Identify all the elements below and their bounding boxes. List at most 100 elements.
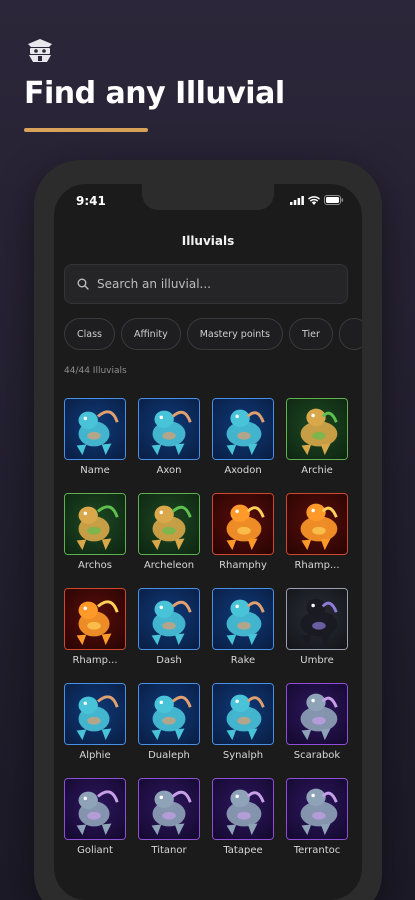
- screen-title: Illuvials: [181, 234, 235, 248]
- illuvial-card[interactable]: Archos: [64, 493, 126, 588]
- illuvial-thumbnail: [212, 398, 274, 460]
- illuvial-name: Axon: [156, 465, 182, 476]
- phone-frame: 9:41 Illuvials Search an illuvial... Cla…: [34, 160, 382, 900]
- creature-icon: [213, 399, 273, 459]
- creature-icon: [65, 589, 125, 649]
- creature-icon: [213, 779, 273, 839]
- illuvium-logo-icon: [28, 39, 52, 62]
- creature-icon: [65, 684, 125, 744]
- illuvial-thumbnail: [138, 493, 200, 555]
- creature-icon: [287, 399, 347, 459]
- filter-chip-class[interactable]: Class: [64, 318, 115, 350]
- illuvial-card[interactable]: Umbre: [286, 588, 348, 683]
- illuvial-name: Archos: [78, 560, 112, 571]
- illuvial-thumbnail: [64, 398, 126, 460]
- creature-icon: [287, 494, 347, 554]
- creature-icon: [213, 494, 273, 554]
- illuvial-card[interactable]: Tatapee: [212, 778, 274, 873]
- filter-chip-affinity[interactable]: Affinity: [121, 318, 181, 350]
- phone-notch: [142, 184, 274, 210]
- illuvial-thumbnail: [64, 588, 126, 650]
- creature-icon: [287, 684, 347, 744]
- creature-icon: [139, 779, 199, 839]
- battery-icon: [324, 195, 344, 205]
- creature-icon: [139, 589, 199, 649]
- filter-chip-more[interactable]: [338, 318, 362, 350]
- illuvial-name: Rhamp...: [294, 560, 340, 571]
- illuvial-card[interactable]: Alphie: [64, 683, 126, 778]
- illuvial-name: Alphie: [79, 750, 111, 761]
- illuvial-grid: Name Axon Axodon Archie Archos Archeleon Rhamp…: [64, 398, 354, 873]
- illuvial-thumbnail: [212, 588, 274, 650]
- illuvial-thumbnail: [138, 778, 200, 840]
- creature-icon: [287, 589, 347, 649]
- illuvial-thumbnail: [64, 683, 126, 745]
- illuvial-name: Dualeph: [148, 750, 190, 761]
- illuvial-name: Axodon: [224, 465, 262, 476]
- creature-icon: [65, 779, 125, 839]
- illuvial-thumbnail: [64, 778, 126, 840]
- illuvial-thumbnail: [64, 493, 126, 555]
- illuvial-thumbnail: [286, 683, 348, 745]
- creature-icon: [139, 494, 199, 554]
- creature-icon: [287, 779, 347, 839]
- filter-chip-tier[interactable]: Tier: [288, 318, 333, 350]
- illuvial-card[interactable]: Archie: [286, 398, 348, 493]
- illuvial-thumbnail: [286, 493, 348, 555]
- illuvial-thumbnail: [212, 683, 274, 745]
- illuvial-name: Dash: [156, 655, 182, 666]
- status-icons: [290, 195, 344, 205]
- illuvial-card[interactable]: Dash: [138, 588, 200, 683]
- filter-chips: Class Affinity Mastery points Tier: [64, 318, 362, 350]
- illuvial-name: Rhamp...: [72, 655, 118, 666]
- filter-chip-mastery-points[interactable]: Mastery points: [186, 318, 283, 350]
- illuvial-card[interactable]: Rake: [212, 588, 274, 683]
- illuvial-name: Terrantoc: [293, 845, 341, 856]
- illuvial-name: Rhamphy: [219, 560, 267, 571]
- creature-icon: [213, 684, 273, 744]
- illuvial-thumbnail: [138, 398, 200, 460]
- illuvial-thumbnail: [286, 588, 348, 650]
- wifi-icon: [308, 195, 320, 205]
- illuvial-name: Synalph: [222, 750, 264, 761]
- illuvial-card[interactable]: Scarabok: [286, 683, 348, 778]
- illuvial-card[interactable]: Archeleon: [138, 493, 200, 588]
- creature-icon: [65, 399, 125, 459]
- illuvial-thumbnail: [138, 683, 200, 745]
- illuvial-card[interactable]: Synalph: [212, 683, 274, 778]
- illuvial-thumbnail: [286, 778, 348, 840]
- illuvial-name: Archeleon: [143, 560, 195, 571]
- illuvial-card[interactable]: Axodon: [212, 398, 274, 493]
- search-placeholder: Search an illuvial...: [97, 277, 211, 291]
- creature-icon: [65, 494, 125, 554]
- illuvial-name: Name: [80, 465, 110, 476]
- signal-icon: [290, 195, 304, 205]
- illuvial-thumbnail: [212, 493, 274, 555]
- illuvial-name: Scarabok: [293, 750, 341, 761]
- illuvial-thumbnail: [286, 398, 348, 460]
- illuvial-card[interactable]: Dualeph: [138, 683, 200, 778]
- illuvial-thumbnail: [212, 778, 274, 840]
- illuvial-card[interactable]: Titanor: [138, 778, 200, 873]
- illuvial-card[interactable]: Axon: [138, 398, 200, 493]
- illuvial-card[interactable]: Rhamp...: [64, 588, 126, 683]
- illuvial-card[interactable]: Name: [64, 398, 126, 493]
- creature-icon: [139, 399, 199, 459]
- creature-icon: [139, 684, 199, 744]
- illuvial-card[interactable]: Rhamphy: [212, 493, 274, 588]
- illuvial-name: Rake: [230, 655, 256, 666]
- illuvial-card[interactable]: Rhamp...: [286, 493, 348, 588]
- search-input[interactable]: Search an illuvial...: [64, 264, 348, 304]
- illuvial-name: Umbre: [300, 655, 334, 666]
- illuvial-thumbnail: [138, 588, 200, 650]
- illuvial-name: Titanor: [151, 845, 187, 856]
- illuvial-count: 44/44 Illuvials: [64, 366, 127, 376]
- creature-icon: [213, 589, 273, 649]
- illuvial-name: Tatapee: [223, 845, 263, 856]
- search-icon: [77, 278, 89, 290]
- headline: Find any Illuvial: [24, 76, 285, 111]
- illuvial-card[interactable]: Goliant: [64, 778, 126, 873]
- illuvial-card[interactable]: Terrantoc: [286, 778, 348, 873]
- phone-screen: 9:41 Illuvials Search an illuvial... Cla…: [54, 184, 362, 900]
- illuvial-name: Archie: [301, 465, 333, 476]
